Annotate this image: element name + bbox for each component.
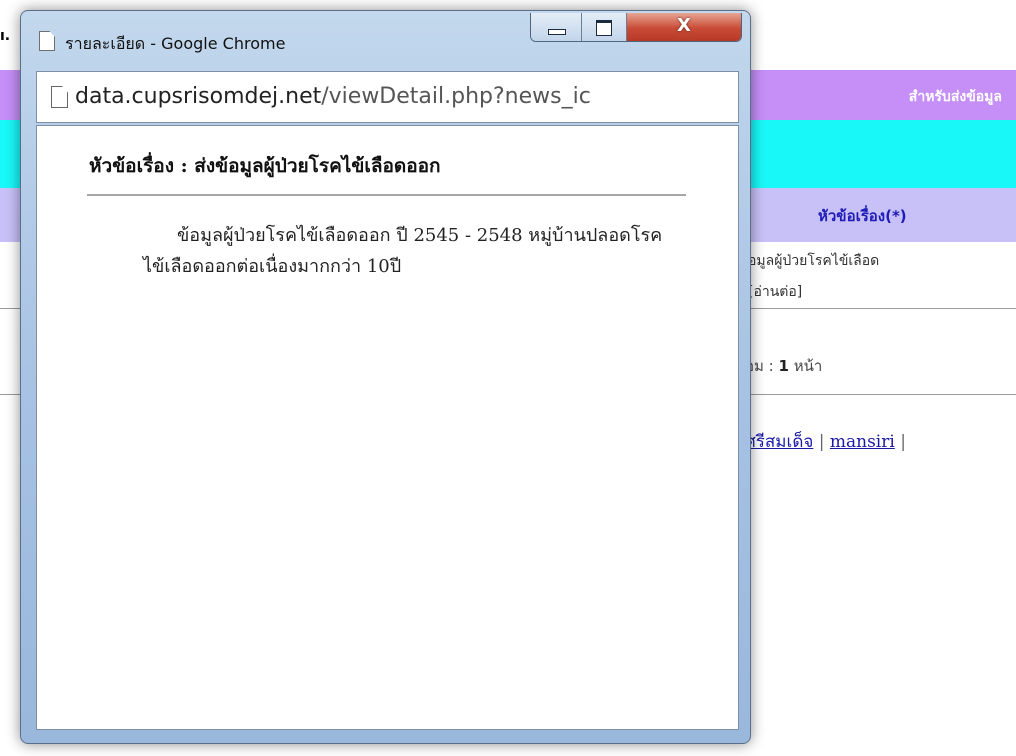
footer-link-separator: | [900,432,906,452]
page-count-suffix: หน้า [793,357,823,375]
address-bar[interactable]: data.cupsrisomdej.net/viewDetail.php?new… [36,71,739,123]
url-path: /viewDetail.php?news_ic [321,84,591,109]
footer-link-mansiri[interactable]: mansiri [830,432,895,452]
window-controls: X [530,13,742,42]
window-title: รายละเอียด - Google Chrome [65,34,286,53]
minimize-button[interactable] [531,13,582,41]
page-count: อม : 1 หน้า [745,354,822,378]
footer-link-srisomdej[interactable]: ศรีสมเด็จ [745,432,813,452]
page-icon [39,31,55,51]
news-body: ข้อมูลผู้ป่วยโรคไข้เลือดออก ปี 2545 - 25… [143,225,663,277]
heading-divider [87,194,686,196]
table-header-title: หัวข้อเรื่อง(*) [818,207,907,225]
popup-window: รายละเอียด - Google Chrome X data.cupsri… [20,10,751,744]
purple-banner-text: สำหรับส่งข้อมูล [908,89,1002,105]
news-heading: หัวข้อเรื่อง : ส่งข้อมูลผู้ป่วยโรคไข้เลื… [89,155,441,177]
footer-link-separator: | [818,432,825,452]
page-count-number: 1 [778,357,789,375]
footer-links: ศรีสมเด็จ | mansiri | [745,428,906,455]
page-content: หัวข้อเรื่อง : ส่งข้อมูลผู้ป่วยโรคไข้เลื… [36,125,739,730]
close-button[interactable]: X [627,13,741,41]
close-icon: X [677,15,691,36]
url-domain: data.cupsrisomdej.net [75,84,322,109]
table-row-title: อมูลผู้ป่วยโรคไข้เลือด [748,253,880,269]
maximize-button[interactable] [582,13,627,41]
page-icon [51,86,68,108]
background-left-fragment: ı. [0,28,11,44]
read-more-link[interactable]: [อ่านต่อ] [748,281,802,303]
maximize-icon [596,20,612,36]
minimize-icon [548,29,566,35]
address-url: data.cupsrisomdej.net/viewDetail.php?new… [75,84,591,109]
